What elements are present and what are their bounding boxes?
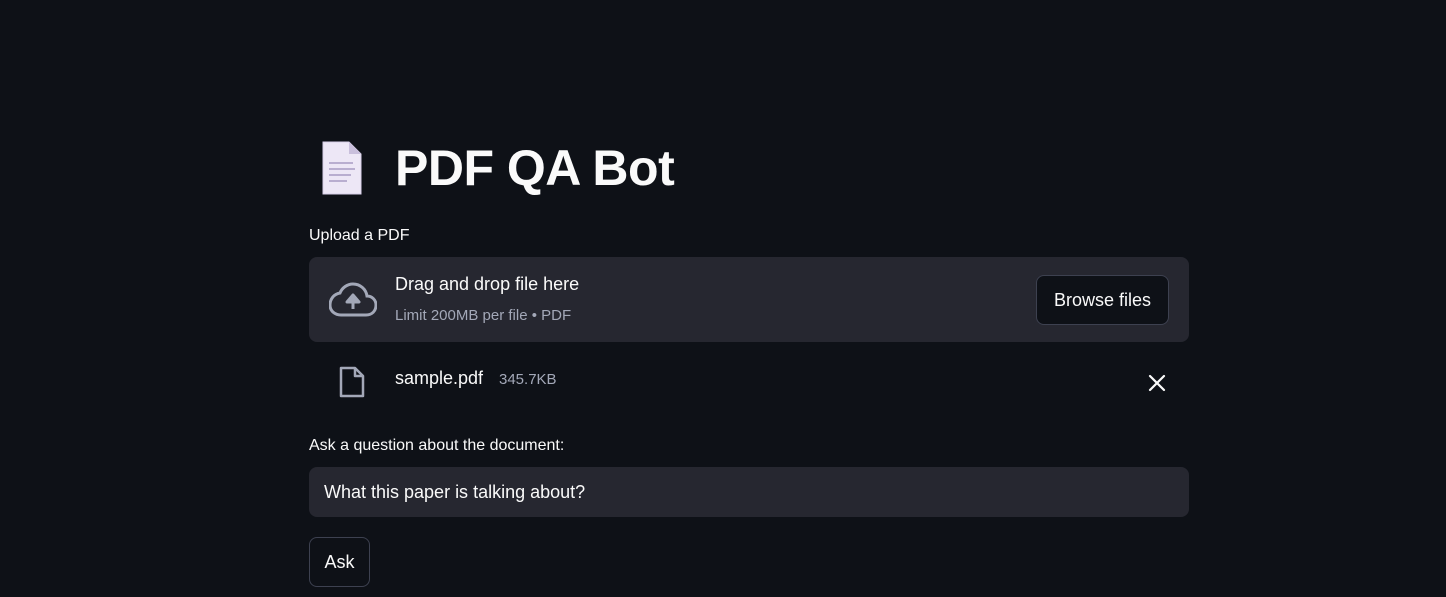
browse-files-button[interactable]: Browse files xyxy=(1036,275,1169,325)
uploaded-file-name: sample.pdf xyxy=(395,368,484,388)
file-icon xyxy=(339,366,365,398)
dropzone-limit-text: Limit 200MB per file • PDF xyxy=(395,307,572,324)
app-page: PDF QA Bot Upload a PDF Drag and drop fi… xyxy=(0,0,1446,597)
file-dropzone[interactable]: Drag and drop file here Limit 200MB per … xyxy=(309,257,1189,342)
uploaded-file-size: 345.7KB xyxy=(499,371,557,388)
page-title: PDF QA Bot xyxy=(395,140,675,196)
ask-button[interactable]: Ask xyxy=(309,537,370,587)
question-label: Ask a question about the document: xyxy=(309,437,565,454)
close-icon[interactable] xyxy=(1147,373,1167,393)
title-row: PDF QA Bot xyxy=(319,136,675,200)
dropzone-instructions: Drag and drop file here xyxy=(395,274,580,294)
uploaded-file-row: sample.pdf 345.7KB xyxy=(309,357,1189,407)
upload-label: Upload a PDF xyxy=(309,227,410,244)
page-facing-up-icon xyxy=(322,141,362,195)
question-input[interactable] xyxy=(309,467,1189,517)
cloud-upload-icon xyxy=(329,282,377,317)
